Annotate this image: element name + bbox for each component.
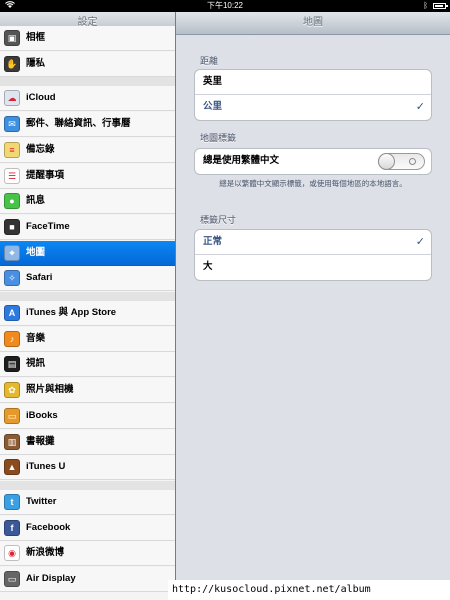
battery-icon — [433, 3, 448, 9]
distance-option-miles[interactable]: 英里 — [195, 70, 431, 95]
label-size-large[interactable]: 大 — [195, 255, 431, 280]
distance-option-km[interactable]: 公里 ✓ — [195, 95, 431, 120]
sidebar-item-label: iTunes 與 App Store — [26, 307, 117, 318]
sidebar-item-label: 照片與相機 — [26, 384, 74, 396]
reminders-icon: ☰ — [4, 167, 20, 184]
traditional-chinese-switch[interactable] — [378, 153, 425, 170]
music-note-icon: ♪ — [4, 330, 20, 347]
display-icon: ▭ — [4, 571, 20, 587]
sidebar-item-21[interactable]: ▭ Air Display — [0, 567, 175, 592]
status-bar: 下午10:22 ᛒ — [0, 0, 450, 12]
option-label: 正常 — [203, 236, 223, 247]
twitter-bird-icon: t — [4, 493, 20, 510]
sidebar-item-20[interactable]: ◉ 新浪微博 — [0, 541, 175, 567]
photo-frame-icon: ▣ — [4, 30, 20, 46]
option-label: 公里 — [203, 101, 223, 112]
film-icon: ▤ — [4, 356, 20, 373]
sidebar-item-14[interactable]: ✿ 照片與相機 — [0, 378, 175, 404]
sidebar-item-12[interactable]: ♪ 音樂 — [0, 326, 175, 352]
sidebar-item-13[interactable]: ▤ 視訊 — [0, 352, 175, 378]
book-icon: ▭ — [4, 407, 20, 424]
sidebar-item-8[interactable]: ■ FaceTime — [0, 214, 175, 240]
sidebar-item-1[interactable]: ▣ 相框 — [0, 26, 175, 51]
traditional-chinese-row: 總是使用繁體中文 — [195, 149, 431, 174]
compass-icon: ✧ — [4, 270, 20, 287]
sidebar-item-label: FaceTime — [26, 220, 70, 232]
sidebar-item-label: 新浪微博 — [26, 547, 65, 559]
sidebar-item-label: 相框 — [26, 32, 46, 43]
checkmark-icon: ✓ — [415, 101, 425, 113]
distance-header: 距離 — [200, 56, 219, 66]
weibo-icon: ◉ — [4, 545, 20, 562]
sidebar-item-label: Facebook — [26, 521, 71, 533]
sidebar-item-label: 音樂 — [26, 332, 46, 344]
settings-sidebar: 設定 ▣ 相框 ✋ 隱私 ☁ iCloud ✉ 郵件、聯絡資訊、行事曆 ≡ 備忘錄 ☰ 提醒事項 ● 訊息… — [0, 12, 175, 600]
sidebar-item-label: 郵件、聯絡資訊、行事曆 — [26, 118, 131, 130]
sidebar-item-label: 訊息 — [26, 195, 46, 207]
sidebar-item-19[interactable]: f Facebook — [0, 515, 175, 541]
sidebar-item-4[interactable]: ✉ 郵件、聯絡資訊、行事曆 — [0, 112, 175, 138]
privacy-hand-icon: ✋ — [4, 55, 20, 72]
sidebar-item-16[interactable]: ▥ 書報攤 — [0, 429, 175, 455]
sidebar-item-7[interactable]: ● 訊息 — [0, 189, 175, 215]
option-label: 英里 — [203, 76, 223, 87]
sunflower-icon: ✿ — [4, 382, 20, 399]
graduation-cap-icon: ▲ — [4, 459, 20, 476]
sidebar-item-label: iTunes U — [26, 461, 66, 473]
sidebar-item-5[interactable]: ≡ 備忘錄 — [0, 137, 175, 163]
sidebar-item-11[interactable]: AiTunes 與 App Store — [0, 301, 175, 326]
sidebar-item-15[interactable]: ▭ iBooks — [0, 403, 175, 429]
label-size-group: 正常 ✓ 大 — [194, 229, 432, 281]
sidebar-item-label: Safari — [26, 272, 53, 284]
sidebar-item-label: Air Display — [26, 573, 76, 584]
sidebar-item-label: 地圖 — [26, 246, 46, 258]
toggle-label: 總是使用繁體中文 — [203, 155, 280, 166]
sidebar-item-label: iCloud — [26, 92, 56, 104]
sidebar-item-9[interactable]: ⌖ 地圖 — [0, 240, 175, 266]
bookshelf-icon: ▥ — [4, 433, 20, 450]
checkmark-icon: ✓ — [415, 236, 425, 248]
sidebar-item-label: 隱私 — [26, 57, 46, 69]
sidebar-item-label: 視訊 — [26, 358, 46, 370]
sidebar-item-label: 備忘錄 — [26, 143, 55, 155]
off-ring-icon — [409, 158, 416, 165]
sidebar-item-label: 書報攤 — [26, 435, 55, 447]
sidebar-item-3[interactable]: ☁ iCloud — [0, 86, 175, 112]
sidebar-item-label: 提醒事項 — [26, 169, 65, 181]
sidebar-item-10[interactable]: ✧ Safari — [0, 266, 175, 292]
map-labels-group: 總是使用繁體中文 — [194, 148, 432, 175]
map-labels-footnote: 總是以繁體中文顯示標籤，或使用每個地區的本地語言。 — [219, 179, 407, 188]
app-store-icon: A — [4, 305, 20, 321]
notes-icon: ≡ — [4, 141, 20, 158]
messages-icon: ● — [4, 193, 20, 210]
bluetooth-icon: ᛒ — [423, 1, 428, 10]
sidebar-item-17[interactable]: ▲ iTunes U — [0, 455, 175, 481]
cloud-icon: ☁ — [4, 90, 20, 107]
sidebar-item-label: iBooks — [26, 409, 58, 421]
map-labels-header: 地圖標籤 — [200, 133, 237, 143]
facebook-f-icon: f — [4, 519, 20, 536]
option-label: 大 — [203, 261, 213, 272]
detail-title: 地圖 — [176, 12, 450, 35]
camera-icon: ■ — [4, 218, 20, 235]
distance-group: 英里 公里 ✓ — [194, 69, 432, 121]
label-size-header: 標籤尺寸 — [200, 215, 237, 225]
map-icon: ⌖ — [4, 244, 20, 261]
watermark-url: http://kusocloud.pixnet.net/album — [168, 580, 450, 600]
sidebar-item-label: Twitter — [26, 495, 57, 507]
switch-knob — [378, 153, 395, 170]
sidebar-item-6[interactable]: ☰ 提醒事項 — [0, 163, 175, 189]
label-size-normal[interactable]: 正常 ✓ — [195, 230, 431, 255]
mail-icon: ✉ — [4, 116, 20, 133]
sidebar-item-2[interactable]: ✋ 隱私 — [0, 51, 175, 77]
status-time: 下午10:22 — [206, 1, 244, 10]
maps-settings-pane: 地圖 距離 英里 公里 ✓ 地圖標籤 總是使用繁體中文 總是以繁體中文顯示標籤，… — [176, 12, 450, 600]
sidebar-item-18[interactable]: t Twitter — [0, 489, 175, 515]
